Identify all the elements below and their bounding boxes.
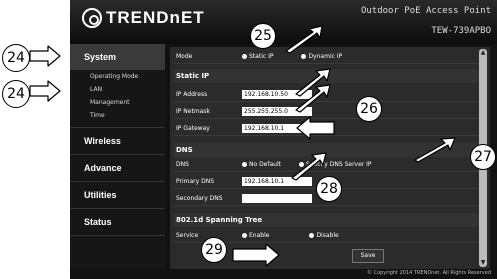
arrow-system-icon bbox=[29, 45, 61, 67]
annotation-arrows bbox=[29, 25, 456, 267]
arrow-save-icon bbox=[232, 243, 280, 267]
arrow-specify-dns-icon bbox=[414, 137, 456, 163]
arrow-static-ip-icon bbox=[285, 25, 323, 54]
arrow-lan-icon bbox=[29, 80, 61, 102]
arrow-ip-gateway-icon bbox=[296, 116, 335, 140]
arrow-primary-dns-icon bbox=[291, 152, 327, 181]
arrow-ip-netmask-icon bbox=[295, 84, 331, 113]
